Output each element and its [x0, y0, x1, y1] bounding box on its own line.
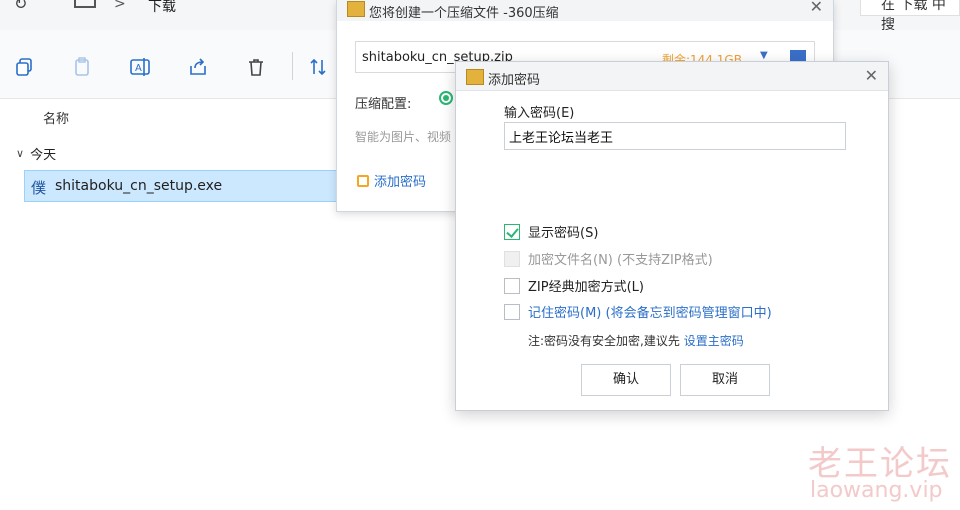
column-header-name[interactable]: 名称 [43, 108, 69, 127]
zip-classic-option[interactable]: ZIP经典加密方式(L) [504, 276, 644, 295]
add-password-label: 添加密码 [374, 175, 427, 190]
share-icon[interactable] [187, 56, 209, 78]
rename-icon[interactable]: A [129, 56, 151, 78]
dialog-title: 添加密码 [488, 73, 541, 88]
file-icon: 僕 [31, 179, 47, 197]
password-label: 输入密码(E) [504, 106, 575, 121]
paste-icon[interactable] [71, 56, 93, 78]
watermark-url: laowang.vip [810, 478, 943, 503]
search-input[interactable]: 在 下载 中搜 [860, 0, 960, 33]
sort-icon[interactable] [307, 56, 329, 78]
chevron-down-icon[interactable]: ▼ [760, 50, 768, 61]
ok-button[interactable]: 确认 [581, 364, 671, 396]
add-password-dialog: 添加密码 ✕ 输入密码(E) 显示密码(S) 加密文件名(N) (不支持ZIP格… [455, 61, 889, 411]
file-row[interactable]: 僕 shitaboku_cn_setup.exe [24, 170, 344, 202]
compress-window-title: 您将创建一个压缩文件 -360压缩 [369, 6, 559, 21]
lock-icon [357, 174, 369, 187]
refresh-icon[interactable]: ↻ [14, 0, 27, 13]
breadcrumb-separator: > [114, 0, 126, 12]
encrypt-filename-checkbox [504, 250, 520, 267]
remember-password-option[interactable]: 记住密码(M) (将会备忘到密码管理窗口中) [504, 302, 772, 321]
config-radio[interactable] [439, 91, 453, 105]
show-password-option[interactable]: 显示密码(S) [504, 222, 598, 241]
toolbar-divider [292, 52, 293, 80]
archive-icon [466, 69, 484, 85]
delete-icon[interactable] [245, 56, 267, 78]
remember-password-checkbox[interactable] [504, 303, 520, 320]
close-icon[interactable]: ✕ [865, 66, 878, 85]
copy-icon[interactable] [13, 56, 35, 78]
file-name: shitaboku_cn_setup.exe [55, 178, 223, 194]
zip-classic-label: ZIP经典加密方式(L) [528, 280, 644, 295]
svg-text:A: A [135, 63, 142, 74]
group-header-today[interactable]: ∨ 今天 [16, 144, 56, 163]
security-note-text: 注:密码没有安全加密,建议先 [528, 334, 684, 348]
encrypt-filename-option: 加密文件名(N) (不支持ZIP格式) [504, 249, 713, 268]
show-password-label: 显示密码(S) [528, 226, 599, 241]
close-icon[interactable]: ✕ [810, 0, 823, 16]
encrypt-filename-label: 加密文件名(N) (不支持ZIP格式) [528, 253, 713, 268]
compress-config-label: 压缩配置: [355, 97, 412, 112]
group-label: 今天 [30, 148, 57, 163]
computer-icon [74, 0, 96, 8]
cancel-button[interactable]: 取消 [680, 364, 770, 396]
security-note: 注:密码没有安全加密,建议先 设置主密码 [528, 332, 744, 349]
archive-icon [347, 1, 365, 17]
breadcrumb-folder[interactable]: 下载 [148, 0, 176, 16]
show-password-checkbox[interactable] [504, 223, 520, 240]
set-master-password-link[interactable]: 设置主密码 [684, 334, 744, 348]
config-hint: 智能为图片、视频 [355, 130, 452, 144]
remember-password-label: 记住密码(M) (将会备忘到密码管理窗口中) [528, 306, 772, 321]
zip-classic-checkbox[interactable] [504, 277, 520, 294]
chevron-down-icon: ∨ [16, 147, 25, 160]
dialog-titlebar[interactable]: 添加密码 ✕ [456, 62, 888, 91]
add-password-link[interactable]: 添加密码 [357, 171, 426, 190]
password-input[interactable] [504, 122, 846, 150]
compress-window-titlebar[interactable]: 您将创建一个压缩文件 -360压缩 [337, 0, 833, 21]
